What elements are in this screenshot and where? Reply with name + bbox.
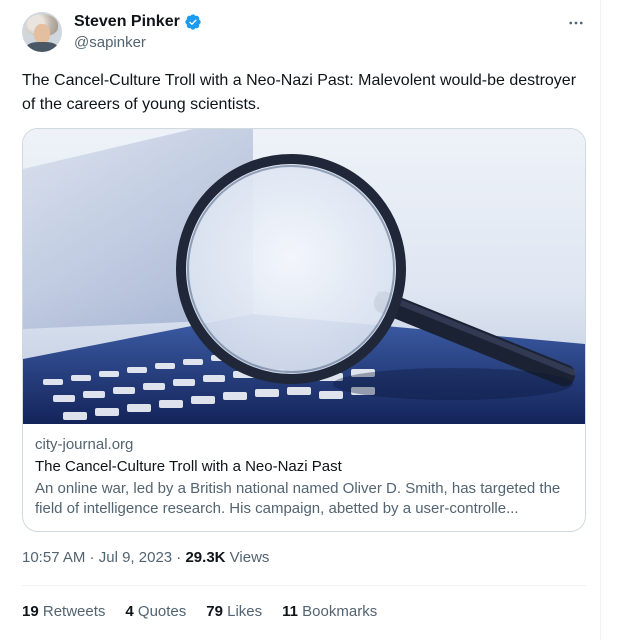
quotes-count: 4: [125, 603, 134, 620]
more-options-icon[interactable]: [562, 12, 590, 34]
link-card-body[interactable]: city-journal.org The Cancel-Culture Trol…: [35, 435, 575, 519]
magnifying-glass-over-laptop-image[interactable]: [23, 129, 585, 424]
author-name-row: Steven Pinker: [74, 13, 202, 31]
bookmarks-label: Bookmarks: [298, 603, 378, 620]
tweet-date[interactable]: Jul 9, 2023: [99, 549, 172, 566]
retweets-count: 19: [22, 603, 39, 620]
divider: [22, 585, 586, 586]
tweet-header: Steven Pinker @sapinker: [22, 10, 590, 58]
quotes-stat[interactable]: 4 Quotes: [125, 603, 186, 620]
bookmarks-stat[interactable]: 11 Bookmarks: [282, 603, 377, 620]
bookmarks-count: 11: [282, 603, 298, 620]
card-domain: city-journal.org: [35, 436, 134, 453]
likes-label: Likes: [222, 603, 263, 620]
column-border: [600, 0, 601, 640]
engagement-stats: 19 Retweets 4 Quotes 79 Likes 11 Bookmar…: [22, 603, 377, 620]
quotes-label: Quotes: [133, 603, 187, 620]
views-count[interactable]: 29.3K: [185, 549, 225, 566]
meta-separator: ·: [85, 549, 99, 566]
author-display-name[interactable]: Steven Pinker: [74, 13, 180, 31]
card-description: An online war, led by a British national…: [35, 480, 561, 517]
tweet-time[interactable]: 10:57 AM: [22, 549, 85, 566]
card-title: The Cancel-Culture Troll with a Neo-Nazi…: [35, 458, 342, 475]
author-handle[interactable]: @sapinker: [74, 34, 146, 51]
likes-stat[interactable]: 79 Likes: [206, 603, 262, 620]
link-card[interactable]: city-journal.org The Cancel-Culture Trol…: [22, 128, 586, 532]
avatar[interactable]: [22, 12, 62, 52]
retweets-label: Retweets: [38, 603, 106, 620]
verified-badge-icon[interactable]: [184, 13, 202, 31]
tweet-text: The Cancel-Culture Troll with a Neo-Nazi…: [22, 72, 577, 113]
meta-separator: ·: [172, 549, 186, 566]
tweet-meta: 10:57 AM · Jul 9, 2023 · 29.3K Views: [22, 549, 269, 566]
likes-count: 79: [206, 603, 223, 620]
retweets-stat[interactable]: 19 Retweets: [22, 603, 105, 620]
views-label: Views: [225, 549, 270, 566]
